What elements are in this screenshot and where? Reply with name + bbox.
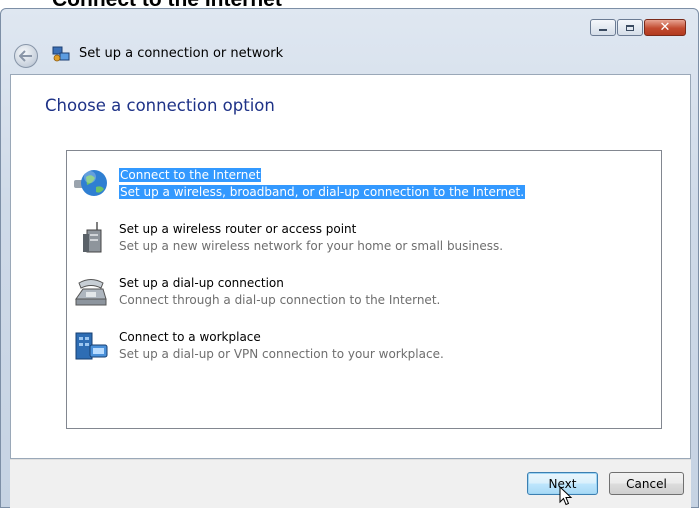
option-workplace[interactable]: Connect to a workplace Set up a dial-up …	[73, 325, 633, 365]
minimize-button[interactable]	[590, 19, 616, 36]
workplace-icon	[75, 332, 108, 360]
router-icon	[83, 222, 102, 253]
option-connect-internet[interactable]: Connect to the Internet Set up a wireles…	[73, 163, 633, 203]
maximize-button[interactable]	[617, 19, 643, 36]
telephone-icon	[75, 279, 107, 306]
maximize-icon	[626, 24, 634, 31]
connection-option-list[interactable]: Connect to the Internet Set up a wireles…	[66, 150, 662, 429]
option-description: Set up a wireless, broadband, or dial-up…	[119, 185, 526, 199]
caption-buttons: ✕	[590, 19, 686, 36]
page-heading: Choose a connection option	[45, 96, 275, 115]
back-button[interactable]	[14, 44, 38, 68]
close-button[interactable]: ✕	[644, 19, 686, 36]
mouse-cursor-icon	[559, 486, 573, 506]
option-title: Connect to a workplace	[119, 330, 261, 344]
minimize-icon	[599, 29, 607, 31]
option-description: Connect through a dial-up connection to …	[119, 293, 441, 307]
option-title: Connect to the Internet	[119, 168, 262, 182]
window-title: Set up a connection or network	[79, 46, 284, 61]
cancel-button[interactable]: Cancel	[609, 472, 684, 495]
network-setup-icon	[52, 46, 70, 62]
option-title: Set up a dial-up connection	[119, 276, 284, 290]
back-arrow-icon	[19, 50, 32, 62]
globe-icon	[74, 170, 107, 196]
option-description: Set up a dial-up or VPN connection to yo…	[119, 347, 444, 361]
option-dial-up[interactable]: Set up a dial-up connection Connect thro…	[73, 271, 633, 311]
close-icon: ✕	[659, 20, 671, 35]
option-title: Set up a wireless router or access point	[119, 222, 357, 236]
option-description: Set up a new wireless network for your h…	[119, 239, 504, 253]
option-wireless-router[interactable]: Set up a wireless router or access point…	[73, 217, 633, 257]
